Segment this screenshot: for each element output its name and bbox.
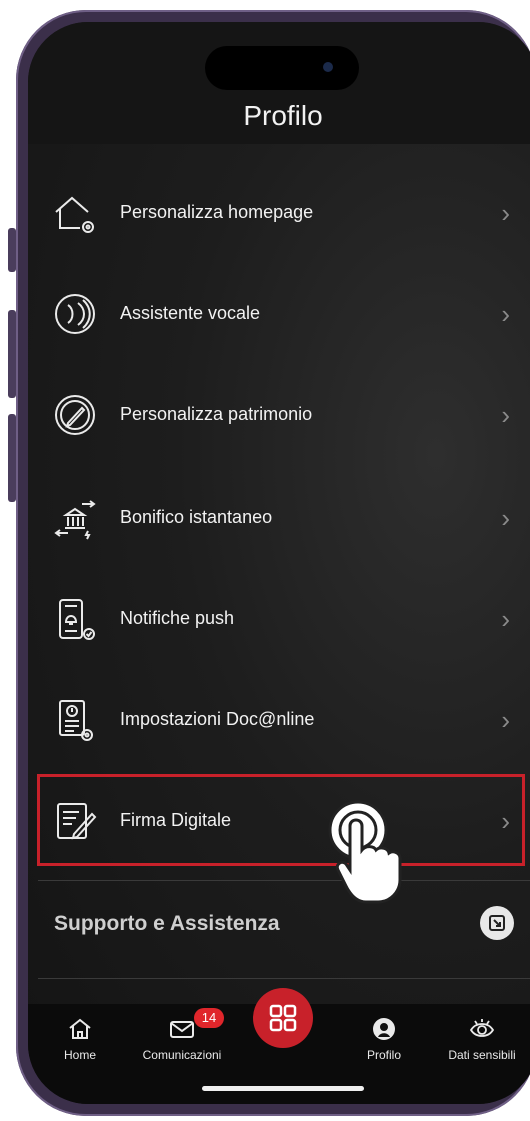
chevron-right-icon: › (501, 400, 510, 430)
tab-home[interactable]: Home (30, 1016, 130, 1062)
tab-label: Dati sensibili (448, 1048, 516, 1062)
document-settings-icon (59, 700, 93, 741)
menu-item-personalizza-patrimonio[interactable]: Personalizza patrimonio › (28, 364, 530, 464)
tab-dati-sensibili[interactable]: Dati sensibili (432, 1016, 530, 1062)
chevron-right-icon: › (501, 604, 510, 634)
divider (38, 880, 530, 881)
side-button (8, 310, 16, 398)
chevron-right-icon: › (501, 198, 510, 228)
menu-item-label: Bonifico istantaneo (120, 507, 273, 527)
section-title: Supporto e Assistenza (54, 912, 280, 935)
tab-profilo[interactable]: Profilo (334, 1016, 434, 1062)
profile-icon (373, 1018, 395, 1040)
dynamic-island (205, 46, 359, 90)
chevron-right-icon: › (501, 705, 510, 735)
mail-icon (170, 1021, 194, 1038)
open-section-button[interactable] (480, 906, 514, 940)
tab-label: Comunicazioni (142, 1048, 222, 1062)
phone-bell-icon (59, 599, 95, 640)
divider (38, 978, 530, 979)
page-title: Profilo (243, 100, 323, 131)
menu-item-assistente-vocale[interactable]: Assistente vocale › (28, 263, 530, 363)
menu-item-label: Assistente vocale (120, 303, 261, 323)
menu-item-personalizza-homepage[interactable]: Personalizza homepage › (28, 162, 530, 262)
voice-assistant-icon (55, 294, 95, 334)
edit-circle-icon (55, 395, 95, 435)
menu-item-label: Personalizza homepage (120, 202, 314, 222)
bank-transfer-icon (54, 500, 96, 540)
menu-item-bonifico-istantaneo[interactable]: Bonifico istantaneo › (28, 467, 530, 567)
side-button (8, 414, 16, 502)
chevron-right-icon: › (501, 299, 510, 329)
home-settings-icon (55, 196, 94, 233)
tab-label: Profilo (366, 1048, 401, 1062)
selection-highlight (37, 774, 525, 866)
tab-label: Home (63, 1048, 96, 1062)
eye-icon (469, 1019, 495, 1037)
chevron-right-icon: › (501, 503, 510, 533)
home-indicator (202, 1086, 364, 1091)
pointer-hand-icon (328, 800, 402, 904)
grid-icon (269, 1004, 297, 1032)
home-icon (69, 1018, 91, 1039)
side-button (8, 228, 16, 272)
menu-item-label: Personalizza patrimonio (120, 404, 313, 424)
notification-badge: 14 (194, 1008, 224, 1028)
menu-item-impostazioni-doconline[interactable]: Impostazioni Doc@nline › (28, 669, 530, 769)
menu-item-notifiche-push[interactable]: Notifiche push › (28, 568, 530, 668)
menu-item-label: Impostazioni Doc@nline (120, 709, 315, 729)
app-screen: Profilo Personalizza homepage › Assisten… (28, 22, 530, 1104)
menu-item-label: Notifiche push (120, 608, 235, 628)
apps-menu-button[interactable] (253, 988, 313, 1048)
header: Profilo (28, 22, 530, 144)
open-external-icon (489, 915, 505, 931)
